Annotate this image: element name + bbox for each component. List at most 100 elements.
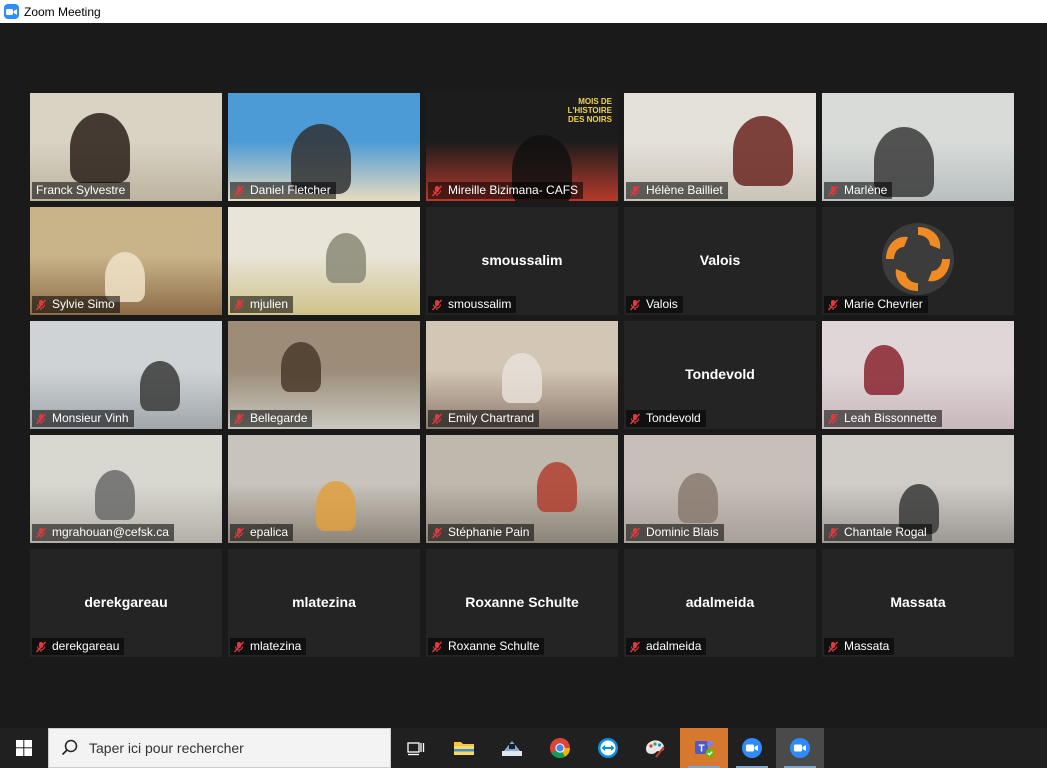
participant-name-label: adalmeida [626, 638, 707, 655]
muted-mic-icon [233, 413, 245, 424]
participant-name: Marlène [844, 183, 888, 197]
paint-icon[interactable] [632, 728, 680, 768]
person-silhouette [140, 361, 180, 411]
participant-tile[interactable]: Bellegarde [228, 321, 420, 429]
participant-tile[interactable]: mjulien [228, 207, 420, 315]
participant-tile[interactable]: derekgareau derekgareau [30, 549, 222, 657]
participant-name: Massata [844, 639, 890, 653]
windows-taskbar: Taper ici pour rechercher T [0, 728, 1047, 768]
participant-display-name: Roxanne Schulte [465, 594, 579, 610]
participant-name: Stéphanie Pain [448, 525, 530, 539]
window-title: Zoom Meeting [24, 4, 101, 19]
muted-mic-icon [431, 299, 443, 310]
participant-name: Leah Bissonnette [844, 411, 937, 425]
participant-name: Marie Chevrier [844, 297, 923, 311]
participant-name-label: Daniel Fletcher [230, 182, 336, 199]
muted-mic-icon [233, 641, 245, 652]
participant-tile[interactable]: adalmeida adalmeida [624, 549, 816, 657]
participant-tile[interactable]: Marlène [822, 93, 1014, 201]
participant-name-label: Leah Bissonnette [824, 410, 942, 427]
participant-tile[interactable]: Marie Chevrier [822, 207, 1014, 315]
participant-tile[interactable]: Emily Chartrand [426, 321, 618, 429]
participant-name: Roxanne Schulte [448, 639, 540, 653]
participant-name-label: Stéphanie Pain [428, 524, 535, 541]
participant-display-name: adalmeida [685, 594, 755, 610]
participant-name: adalmeida [646, 639, 702, 653]
participant-display-name: Massata [890, 594, 946, 610]
participant-name: Monsieur Vinh [52, 411, 129, 425]
participant-name: mlatezina [250, 639, 302, 653]
person-silhouette [678, 473, 718, 523]
participant-name: Franck Sylvestre [36, 183, 126, 197]
taskbar-search-box[interactable]: Taper ici pour rechercher [48, 728, 391, 768]
participant-name-label: mjulien [230, 296, 294, 313]
participant-tile[interactable]: Stéphanie Pain [426, 435, 618, 543]
participant-tile[interactable]: Roxanne Schulte Roxanne Schulte [426, 549, 618, 657]
participant-display-name: derekgareau [84, 594, 168, 610]
muted-mic-icon [431, 413, 443, 424]
svg-text:T: T [698, 744, 704, 755]
zoom-meeting-icon[interactable] [776, 728, 824, 768]
participant-tile[interactable]: MOIS DE L'HISTOIRE DES NOIRS Mireille Biz… [426, 93, 618, 201]
person-silhouette [105, 252, 145, 302]
participant-name: Chantale Rogal [844, 525, 927, 539]
muted-mic-icon [827, 299, 839, 310]
participant-name-label: Massata [824, 638, 895, 655]
participant-tile[interactable]: smoussalim smoussalim [426, 207, 618, 315]
participant-name-label: Dominic Blais [626, 524, 724, 541]
participant-tile[interactable]: Dominic Blais [624, 435, 816, 543]
participant-name-label: Chantale Rogal [824, 524, 932, 541]
participant-name-label: Mireille Bizimana- CAFS [428, 182, 584, 199]
participant-tile[interactable]: mlatezina mlatezina [228, 549, 420, 657]
person-silhouette [326, 233, 366, 283]
muted-mic-icon [629, 641, 641, 652]
search-icon [61, 739, 78, 756]
zoom-icon[interactable] [728, 728, 776, 768]
task-view-icon[interactable] [392, 728, 440, 768]
teamviewer-icon[interactable] [584, 728, 632, 768]
person-silhouette [864, 345, 904, 395]
participant-name: derekgareau [52, 639, 120, 653]
muted-mic-icon [35, 413, 47, 424]
scanner-icon[interactable] [488, 728, 536, 768]
participant-name-label: Bellegarde [230, 410, 313, 427]
participant-name-label: Hélène Bailliet [626, 182, 728, 199]
muted-mic-icon [431, 185, 443, 196]
participant-tile[interactable]: mgrahouan@cefsk.ca [30, 435, 222, 543]
muted-mic-icon [629, 185, 641, 196]
muted-mic-icon [827, 527, 839, 538]
virtual-background-text: MOIS DE L'HISTOIRE DES NOIRS [567, 97, 612, 124]
participant-name: Bellegarde [250, 411, 308, 425]
participant-tile[interactable]: Daniel Fletcher [228, 93, 420, 201]
participant-name-label: Franck Sylvestre [32, 182, 131, 199]
participant-tile[interactable]: Tondevold Tondevold [624, 321, 816, 429]
participant-tile[interactable]: Massata Massata [822, 549, 1014, 657]
participant-name: Emily Chartrand [448, 411, 535, 425]
participant-name: Valois [646, 297, 678, 311]
window-titlebar: Zoom Meeting [0, 0, 1047, 23]
participant-tile[interactable]: Valois Valois [624, 207, 816, 315]
participant-name-label: mgrahouan@cefsk.ca [32, 524, 174, 541]
teams-icon[interactable]: T [680, 728, 728, 768]
person-silhouette [502, 353, 542, 403]
participant-name-label: Emily Chartrand [428, 410, 540, 427]
participant-tile[interactable]: Chantale Rogal [822, 435, 1014, 543]
participant-name-label: epalica [230, 524, 294, 541]
hands-logo-icon [882, 223, 954, 295]
participant-tile[interactable]: Monsieur Vinh [30, 321, 222, 429]
participant-name-label: smoussalim [428, 296, 517, 313]
person-silhouette [733, 116, 793, 186]
windows-start-icon[interactable] [0, 728, 48, 768]
participant-tile[interactable]: epalica [228, 435, 420, 543]
participant-tile[interactable]: Hélène Bailliet [624, 93, 816, 201]
participant-tile[interactable]: Sylvie Simo [30, 207, 222, 315]
muted-mic-icon [233, 299, 245, 310]
participant-display-name: smoussalim [481, 252, 563, 268]
participant-tile[interactable]: Franck Sylvestre [30, 93, 222, 201]
muted-mic-icon [629, 299, 641, 310]
file-explorer-icon[interactable] [440, 728, 488, 768]
person-silhouette [281, 342, 321, 392]
chrome-icon[interactable] [536, 728, 584, 768]
participant-tile[interactable]: Leah Bissonnette [822, 321, 1014, 429]
person-silhouette [537, 462, 577, 512]
